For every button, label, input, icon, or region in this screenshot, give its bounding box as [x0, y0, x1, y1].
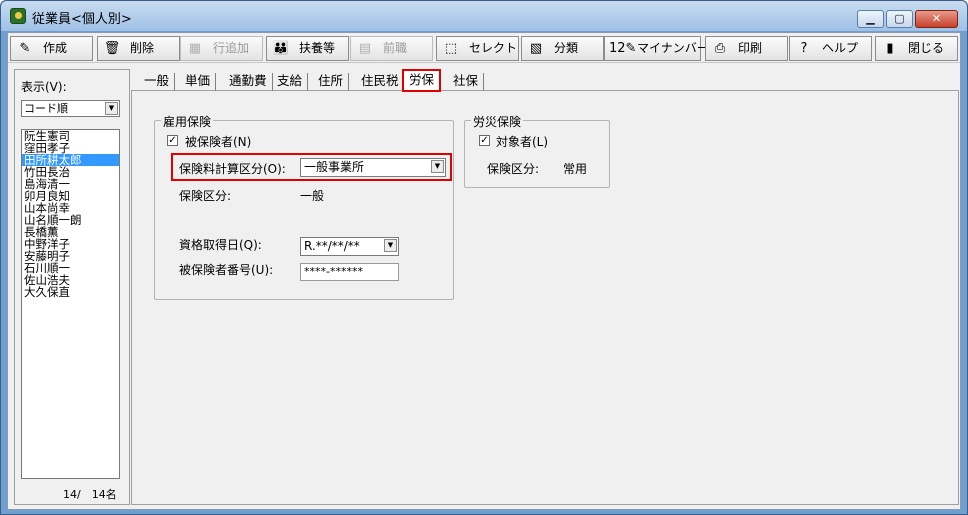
employee-pane: 表示(V): コード順 ▼ 阮生憲司 窪田孝子 田所耕太郎 竹田長治 島海清一 卯月良知山… [14, 69, 130, 505]
chevron-down-icon[interactable]: ▼ [384, 239, 397, 252]
insured-checkbox[interactable]: ✓ [167, 135, 178, 146]
tab-1[interactable]: 単価 [180, 73, 217, 91]
insured-label: 被保険者(N) [185, 135, 252, 149]
check-icon: ✓ [168, 135, 177, 146]
workers-comp-group: 労災保険 ✓ 対象者(L) 保険区分: 常用 [464, 113, 610, 188]
mynumber-icon: 12✎ [609, 41, 637, 56]
acquisition-date-input[interactable]: R.**/**/** ▼ [300, 237, 399, 256]
toolbar: ✎ 作成 🗑 削除 ▦ 行追加 👪 扶養等 ▤ 前職 ⬚ セレクト ▧ 分類 12✎マイナンバー ⎙ 印刷? ヘル… [8, 33, 960, 63]
toolbar-button-1[interactable]: 🗑 削除 [97, 36, 180, 61]
toolbar-button-label: 扶養等 [299, 41, 336, 55]
toolbar-button-label: セレクト [469, 41, 518, 55]
employee-count: 14/ 14名 [63, 488, 117, 501]
maximize-button[interactable]: ▢ [886, 10, 913, 28]
title-bar: 従業員<個人別> ▁ ▢ ✕ [1, 1, 967, 31]
sort-order-value: コード順 [24, 102, 68, 115]
toolbar-button-label: 行追加 [213, 41, 250, 55]
sort-order-select[interactable]: コード順 ▼ [21, 100, 120, 117]
app-icon [10, 8, 26, 24]
employment-insurance-group: 雇用保険 ✓ 被保険者(N) 保険料計算区分(O): 一般事業所 ▼ 保険区分:… [154, 113, 454, 300]
toolbar-button-label: 削除 [130, 41, 155, 55]
client-area: ✎ 作成 🗑 削除 ▦ 行追加 👪 扶養等 ▤ 前職 ⬚ セレクト ▧ 分類 12✎マイナンバー ⎙ 印刷? ヘル… [7, 32, 961, 510]
acquisition-date-value: R.**/**/** [304, 239, 360, 253]
insurance-kubun-label: 保険区分: [179, 189, 232, 203]
toolbar-button-label: 分類 [554, 41, 579, 55]
minimize-button[interactable]: ▁ [857, 10, 884, 28]
toolbar-button-label: ヘルプ [822, 41, 859, 55]
toolbar-button-label: 作成 [43, 41, 68, 55]
insurance-kubun-value: 一般 [300, 189, 325, 203]
classify-icon: ▧ [529, 41, 543, 56]
chevron-down-icon[interactable]: ▼ [105, 102, 118, 115]
insured-number-label: 被保険者番号(U): [179, 263, 274, 277]
toolbar-button-5[interactable]: ⬚ セレクト [436, 36, 519, 61]
tab-bar: 一般 単価 通勤費 支給 住所 住民税 労保 社保 [131, 69, 959, 92]
toolbar-button-label: 印刷 [738, 41, 763, 55]
tab-4[interactable]: 住所 [313, 73, 350, 91]
labor-insurance-panel: 雇用保険 ✓ 被保険者(N) 保険料計算区分(O): 一般事業所 ▼ 保険区分:… [131, 91, 959, 505]
tab-3[interactable]: 支給 [272, 73, 309, 91]
chevron-down-icon[interactable]: ▼ [431, 160, 444, 173]
display-label: 表示(V): [21, 80, 67, 94]
select-icon: ⬚ [444, 41, 458, 56]
rosai-kubun-label: 保険区分: [487, 162, 540, 176]
toolbar-button-3[interactable]: 👪 扶養等 [266, 36, 349, 61]
workers-comp-label: 労災保険 [471, 113, 524, 130]
employment-insurance-label: 雇用保険 [161, 113, 214, 130]
toolbar-button-label: 閉じる [908, 41, 945, 55]
toolbar-button-2[interactable]: ▦ 行追加 [180, 36, 263, 61]
toolbar-button-6[interactable]: ▧ 分類 [521, 36, 604, 61]
toolbar-button-8[interactable]: ⎙ 印刷 [705, 36, 788, 61]
tab-7[interactable]: 社保 [448, 73, 485, 91]
toolbar-button-7[interactable]: 12✎マイナンバー [604, 36, 709, 61]
target-checkbox[interactable]: ✓ [479, 135, 490, 146]
tab-0[interactable]: 一般 [139, 73, 176, 91]
add-row-icon: ▦ [188, 41, 202, 56]
check-icon: ✓ [480, 135, 489, 146]
close-button[interactable]: ✕ [915, 10, 958, 28]
document-icon: ▤ [358, 41, 372, 56]
toolbar-button-label: マイナンバー [637, 41, 709, 55]
help-icon: ? [800, 41, 808, 56]
toolbar-button-4[interactable]: ▤ 前職 [350, 36, 433, 61]
tab-container: 一般 単価 通勤費 支給 住所 住民税 労保 社保 雇用保険 ✓ 被保険者(N) 保険料計算区… [131, 69, 959, 505]
toolbar-button-0[interactable]: ✎ 作成 [10, 36, 93, 61]
employee-list[interactable]: 阮生憲司 窪田孝子 田所耕太郎 竹田長治 島海清一 卯月良知 山本尚幸 山名順一朗 長橋薫 中野洋… [21, 129, 120, 479]
trash-icon: 🗑 [103, 41, 121, 56]
create-icon: ✎ [19, 41, 31, 56]
target-label: 対象者(L) [496, 135, 549, 149]
close-door-icon: ▮ [886, 41, 894, 56]
window-title: 従業員<個人別> [32, 12, 132, 27]
tab-6[interactable]: 労保 [402, 69, 442, 92]
toolbar-button-label: 前職 [383, 41, 408, 55]
family-icon: 👪 [272, 41, 290, 56]
toolbar-button-9[interactable]: ? ヘルプ [789, 36, 872, 61]
printer-icon: ⎙ [714, 41, 726, 56]
acquisition-date-label: 資格取得日(Q): [179, 238, 262, 252]
insured-number-input[interactable]: ****-****** [300, 263, 399, 281]
rosai-kubun-value: 常用 [563, 162, 588, 176]
toolbar-button-10[interactable]: ▮ 閉じる [875, 36, 958, 61]
app-window: 従業員<個人別> ▁ ▢ ✕ ✎ 作成 🗑 削除 ▦ 行追加 👪 扶養等 ▤ 前職 ⬚ セレクト ▧ 分類… [0, 0, 968, 515]
list-item[interactable]: 大久保直 [22, 286, 119, 298]
tab-2[interactable]: 通勤費 [224, 73, 273, 91]
tab-5[interactable]: 住民税 [356, 73, 405, 91]
calc-category-select[interactable]: 一般事業所 ▼ [300, 158, 446, 177]
calc-category-value: 一般事業所 [304, 160, 365, 174]
calc-category-label: 保険料計算区分(O): [179, 162, 286, 176]
